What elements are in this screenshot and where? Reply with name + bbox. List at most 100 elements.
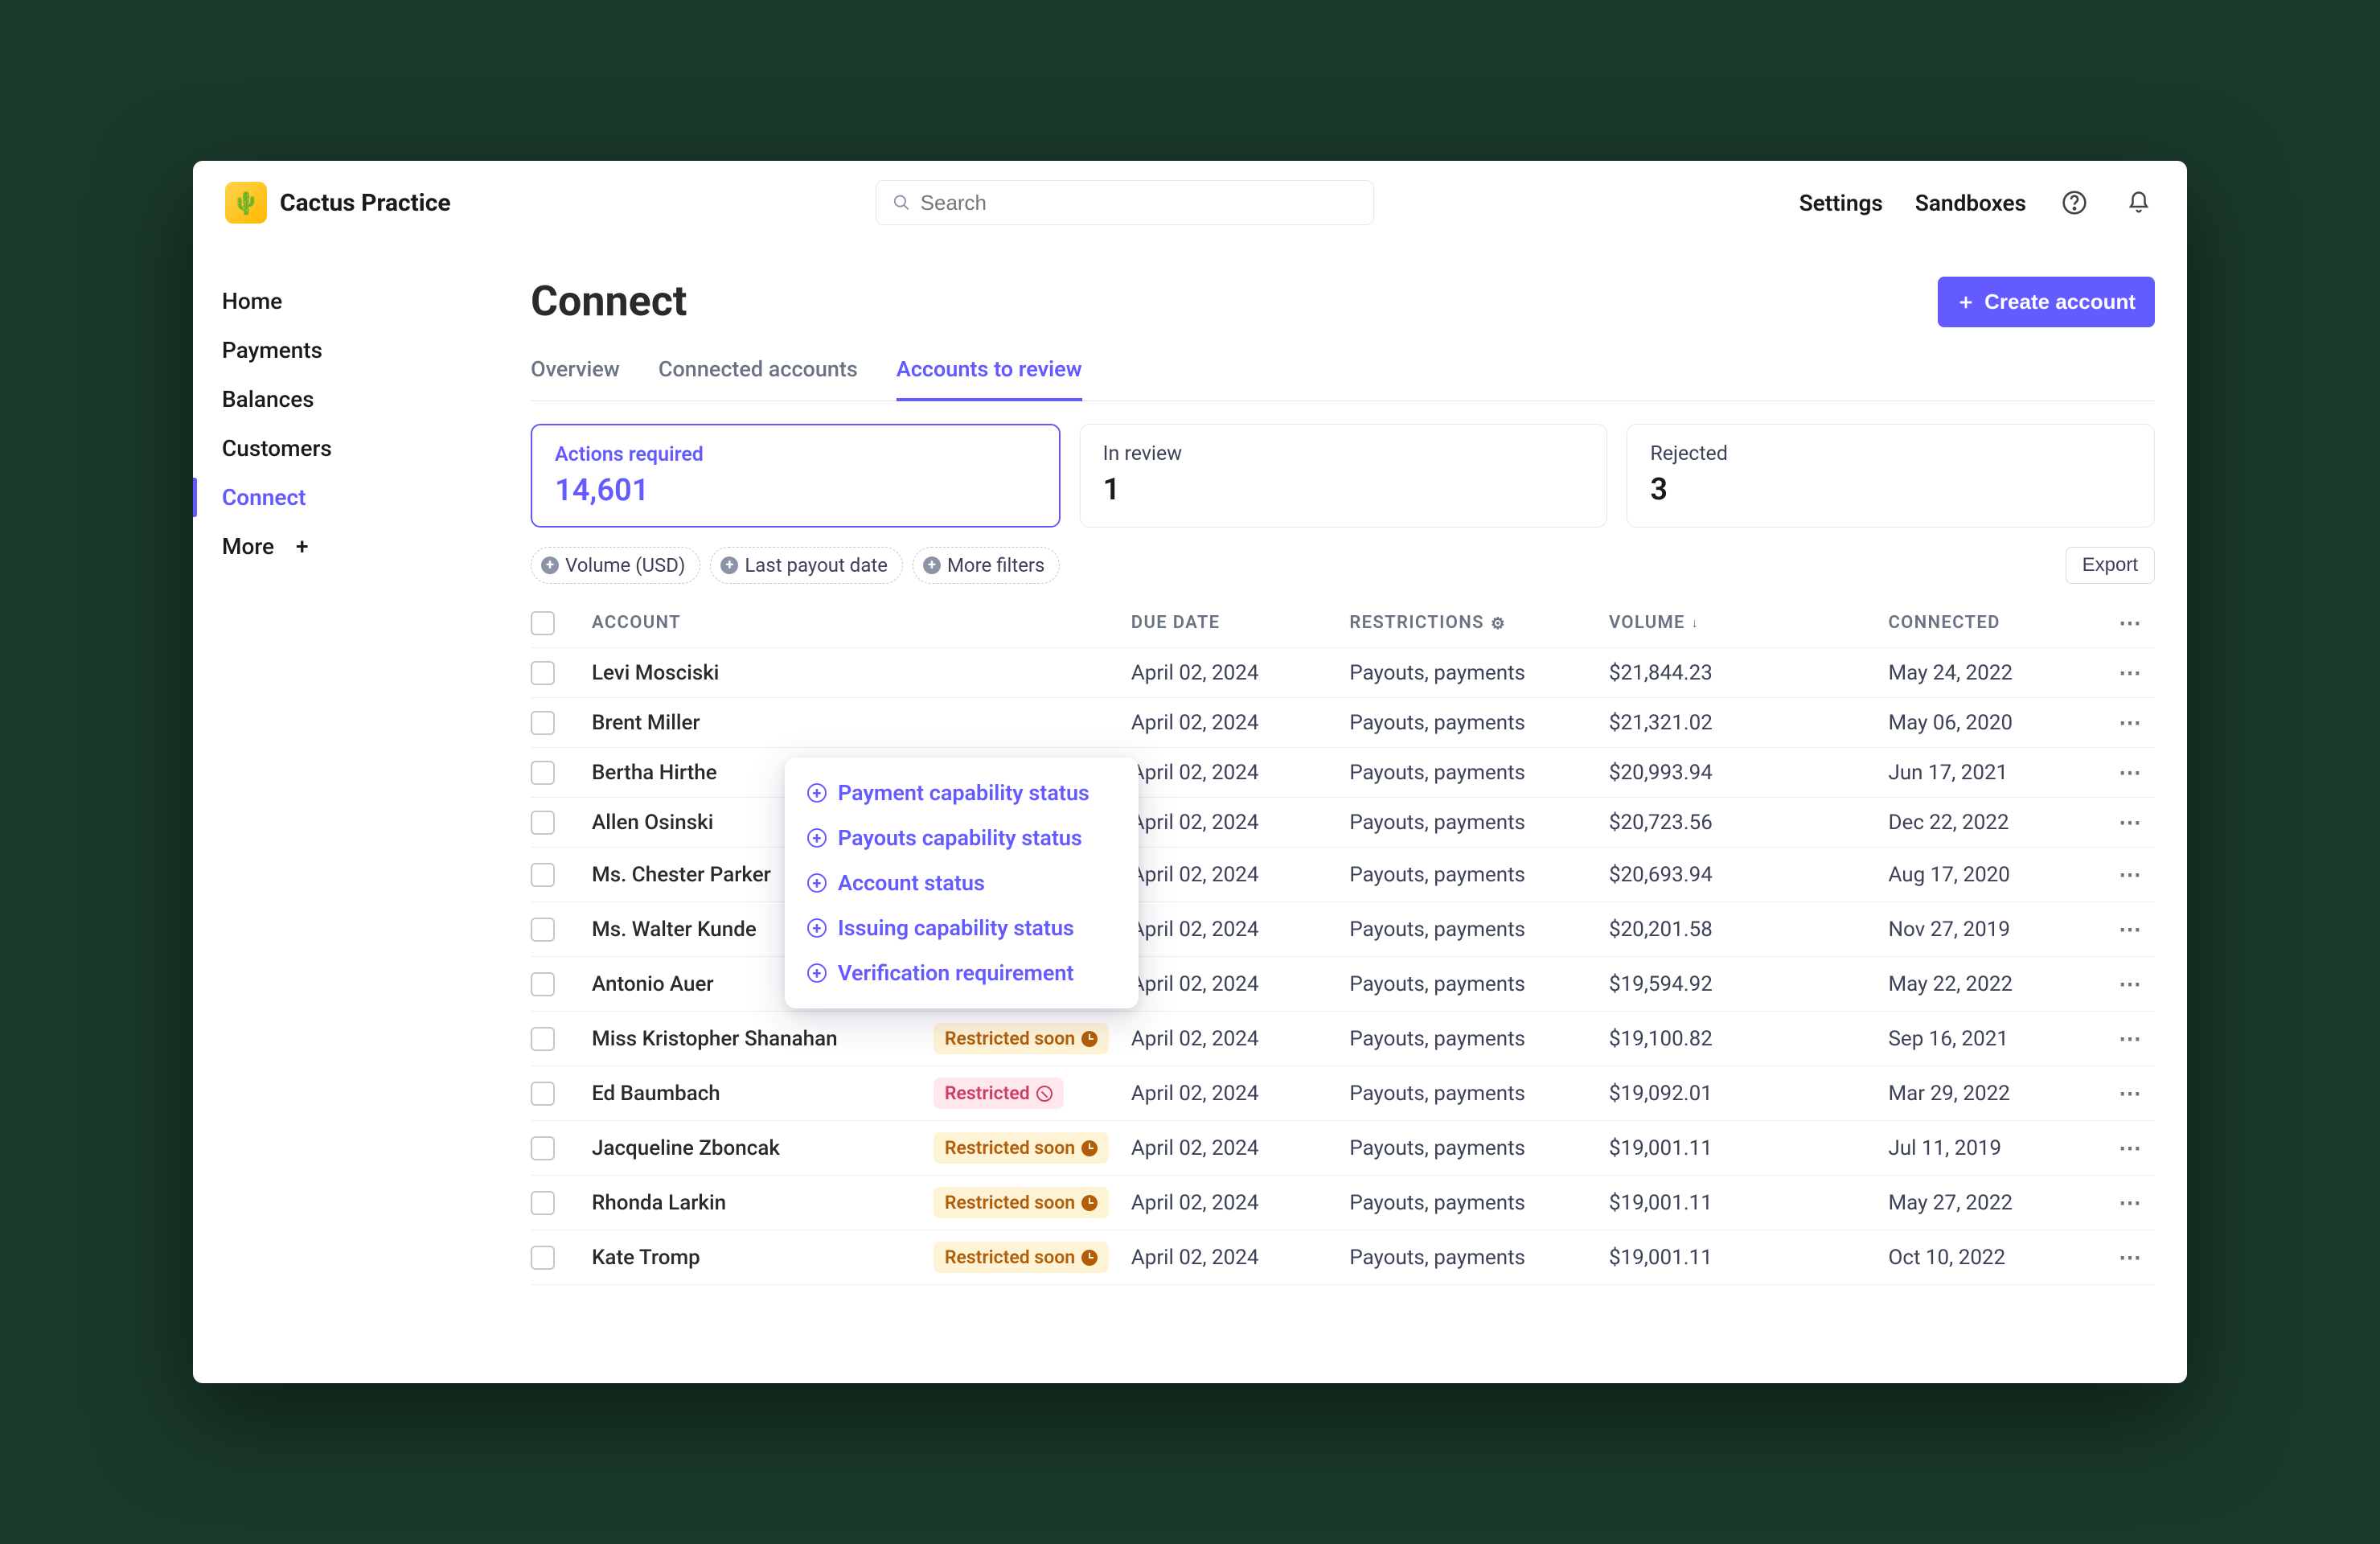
row-checkbox[interactable] xyxy=(531,811,555,835)
plus-circle-icon: + xyxy=(807,828,827,848)
stat-in-review[interactable]: In review 1 xyxy=(1080,424,1608,528)
col-due-date[interactable]: DUE DATE xyxy=(1131,613,1337,633)
select-all-checkbox[interactable] xyxy=(531,611,555,635)
sandboxes-link[interactable]: Sandboxes xyxy=(1915,190,2026,216)
popover-payment-capability[interactable]: +Payment capability status xyxy=(791,770,1132,815)
column-settings-icon[interactable]: ⋯ xyxy=(2107,610,2155,636)
stat-label: In review xyxy=(1103,442,1585,466)
sidebar-item-balances[interactable]: Balances xyxy=(222,375,499,424)
account-name: Brent Miller xyxy=(592,711,921,735)
brand[interactable]: 🌵 Cactus Practice xyxy=(225,182,451,224)
table-row[interactable]: Antonio Auer Restricted soon April 02, 2… xyxy=(531,957,2155,1012)
sidebar-item-customers[interactable]: Customers xyxy=(222,424,499,473)
volume: $19,594.92 xyxy=(1609,972,1815,996)
table-row[interactable]: Ed Baumbach Restricted April 02, 2024 Pa… xyxy=(531,1066,2155,1121)
volume: $19,001.11 xyxy=(1609,1191,1815,1215)
tab-accounts-to-review[interactable]: Accounts to review xyxy=(897,347,1082,401)
row-actions-icon[interactable]: ⋯ xyxy=(2107,916,2155,942)
row-checkbox[interactable] xyxy=(531,1191,555,1215)
row-actions-icon[interactable]: ⋯ xyxy=(2107,659,2155,686)
export-button[interactable]: Export xyxy=(2066,547,2155,584)
table-row[interactable]: Bertha Hirthe April 02, 2024 Payouts, pa… xyxy=(531,748,2155,798)
connected-date: Aug 17, 2020 xyxy=(1888,863,2094,887)
volume: $19,001.11 xyxy=(1609,1246,1815,1270)
table-row[interactable]: Jacqueline Zboncak Restricted soon April… xyxy=(531,1121,2155,1176)
connected-date: May 27, 2022 xyxy=(1888,1191,2094,1215)
settings-link[interactable]: Settings xyxy=(1799,190,1883,216)
sidebar-item-connect[interactable]: Connect xyxy=(222,473,499,522)
help-icon[interactable] xyxy=(2058,187,2091,219)
due-date: April 02, 2024 xyxy=(1131,1027,1337,1051)
due-date: April 02, 2024 xyxy=(1131,1136,1337,1160)
row-checkbox[interactable] xyxy=(531,1246,555,1270)
row-actions-icon[interactable]: ⋯ xyxy=(2107,861,2155,888)
restrictions: Payouts, payments xyxy=(1349,661,1596,685)
table-row[interactable]: Ms. Chester Parker Restricted soon April… xyxy=(531,848,2155,902)
row-checkbox[interactable] xyxy=(531,972,555,996)
table-row[interactable]: Ms. Walter Kunde Restricted soon April 0… xyxy=(531,902,2155,957)
row-actions-icon[interactable]: ⋯ xyxy=(2107,809,2155,836)
connected-date: May 24, 2022 xyxy=(1888,661,2094,685)
brand-name: Cactus Practice xyxy=(280,189,451,217)
sort-desc-icon: ↓ xyxy=(1692,615,1699,631)
topbar: 🌵 Cactus Practice Settings Sandboxes xyxy=(193,161,2187,244)
col-connected[interactable]: CONNECTED xyxy=(1888,613,2094,633)
row-checkbox[interactable] xyxy=(531,1082,555,1106)
status-cell: Restricted soon xyxy=(934,1023,1118,1054)
create-account-label: Create account xyxy=(1984,290,2136,314)
sidebar-item-home[interactable]: Home xyxy=(222,277,499,326)
restrictions: Payouts, payments xyxy=(1349,1082,1596,1106)
row-actions-icon[interactable]: ⋯ xyxy=(2107,709,2155,736)
popover-issuing-capability[interactable]: +Issuing capability status xyxy=(791,905,1132,951)
col-restrictions[interactable]: RESTRICTIONS⚙ xyxy=(1349,613,1596,633)
row-checkbox[interactable] xyxy=(531,711,555,735)
row-actions-icon[interactable]: ⋯ xyxy=(2107,759,2155,786)
row-checkbox[interactable] xyxy=(531,918,555,942)
row-actions-icon[interactable]: ⋯ xyxy=(2107,1135,2155,1161)
due-date: April 02, 2024 xyxy=(1131,661,1337,685)
due-date: April 02, 2024 xyxy=(1131,863,1337,887)
plus-circle-icon: + xyxy=(807,963,827,983)
row-checkbox[interactable] xyxy=(531,1027,555,1051)
bell-icon[interactable] xyxy=(2123,187,2155,219)
create-account-button[interactable]: Create account xyxy=(1938,277,2155,327)
table-row[interactable]: Brent Miller April 02, 2024 Payouts, pay… xyxy=(531,698,2155,748)
row-actions-icon[interactable]: ⋯ xyxy=(2107,1244,2155,1271)
plus-circle-icon: + xyxy=(807,783,827,803)
row-checkbox[interactable] xyxy=(531,661,555,685)
col-volume[interactable]: VOLUME↓ xyxy=(1609,613,1815,633)
row-actions-icon[interactable]: ⋯ xyxy=(2107,971,2155,997)
row-actions-icon[interactable]: ⋯ xyxy=(2107,1189,2155,1216)
popover-payouts-capability[interactable]: +Payouts capability status xyxy=(791,815,1132,860)
restrictions: Payouts, payments xyxy=(1349,1136,1596,1160)
filter-volume[interactable]: +Volume (USD) xyxy=(531,547,700,584)
row-actions-icon[interactable]: ⋯ xyxy=(2107,1025,2155,1052)
table-row[interactable]: Allen Osinski April 02, 2024 Payouts, pa… xyxy=(531,798,2155,848)
filter-more[interactable]: +More filters xyxy=(913,547,1060,584)
table-row[interactable]: Rhonda Larkin Restricted soon April 02, … xyxy=(531,1176,2155,1230)
tab-overview[interactable]: Overview xyxy=(531,347,620,400)
stat-actions-required[interactable]: Actions required 14,601 xyxy=(531,424,1061,528)
table-row[interactable]: Kate Tromp Restricted soon April 02, 202… xyxy=(531,1230,2155,1285)
popover-verification-requirement[interactable]: +Verification requirement xyxy=(791,951,1132,996)
sidebar-item-more[interactable]: More + xyxy=(222,522,499,571)
due-date: April 02, 2024 xyxy=(1131,1082,1337,1106)
plus-circle-icon: + xyxy=(541,556,559,574)
popover-account-status[interactable]: +Account status xyxy=(791,860,1132,905)
filter-last-payout[interactable]: +Last payout date xyxy=(710,547,903,584)
prohibit-icon xyxy=(1036,1086,1053,1102)
tab-connected-accounts[interactable]: Connected accounts xyxy=(659,347,858,400)
search-input[interactable] xyxy=(921,191,1357,216)
col-account[interactable]: ACCOUNT xyxy=(592,613,921,633)
row-checkbox[interactable] xyxy=(531,863,555,887)
table-row[interactable]: Miss Kristopher Shanahan Restricted soon… xyxy=(531,1012,2155,1066)
stat-rejected[interactable]: Rejected 3 xyxy=(1627,424,2155,528)
search-input-wrap[interactable] xyxy=(876,180,1374,225)
row-checkbox[interactable] xyxy=(531,1136,555,1160)
volume: $19,001.11 xyxy=(1609,1136,1815,1160)
sidebar-item-payments[interactable]: Payments xyxy=(222,326,499,375)
table-row[interactable]: Levi Mosciski April 02, 2024 Payouts, pa… xyxy=(531,648,2155,698)
row-actions-icon[interactable]: ⋯ xyxy=(2107,1080,2155,1107)
row-checkbox[interactable] xyxy=(531,761,555,785)
stat-value: 3 xyxy=(1650,472,2132,507)
